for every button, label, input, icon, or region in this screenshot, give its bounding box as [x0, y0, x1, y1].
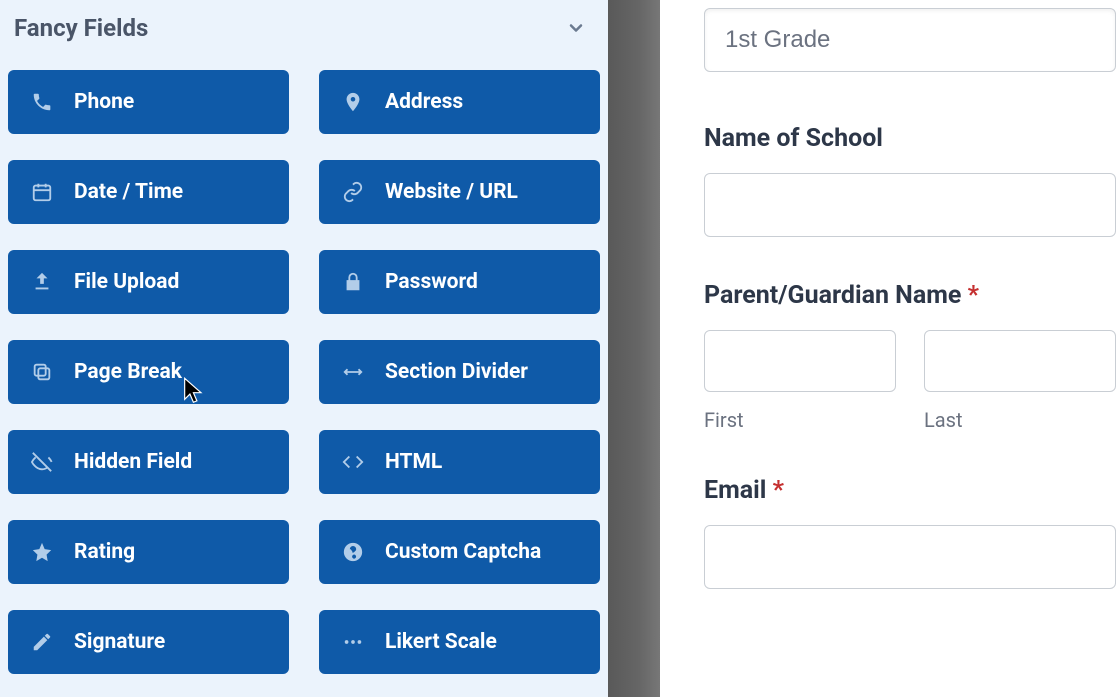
field-signature[interactable]: Signature: [8, 610, 289, 674]
school-field: Name of School: [704, 124, 1116, 237]
field-label: Page Break: [74, 360, 182, 384]
lock-icon: [341, 270, 365, 294]
panel-header[interactable]: Fancy Fields: [8, 0, 600, 52]
field-section-divider[interactable]: Section Divider: [319, 340, 600, 404]
help-icon: [341, 540, 365, 564]
field-likert[interactable]: Likert Scale: [319, 610, 600, 674]
fields-panel: Fancy Fields Phone Address Date / Time: [0, 0, 608, 697]
field-label: Section Divider: [385, 360, 528, 384]
field-label: Address: [385, 90, 463, 114]
field-url[interactable]: Website / URL: [319, 160, 600, 224]
star-icon: [30, 540, 54, 564]
panel-divider: [608, 0, 660, 697]
email-input[interactable]: [704, 525, 1116, 589]
field-label: Custom Captcha: [385, 540, 541, 564]
field-hidden[interactable]: Hidden Field: [8, 430, 289, 494]
field-label: Signature: [74, 630, 165, 654]
email-label: Email *: [704, 476, 1116, 505]
school-label: Name of School: [704, 124, 1116, 153]
field-upload[interactable]: File Upload: [8, 250, 289, 314]
label-text: Parent/Guardian Name: [704, 281, 961, 310]
field-label: Likert Scale: [385, 630, 497, 654]
field-label: File Upload: [74, 270, 179, 294]
last-name-input[interactable]: [924, 330, 1116, 392]
parent-name-label: Parent/Guardian Name *: [704, 281, 1116, 310]
field-captcha[interactable]: Custom Captcha: [319, 520, 600, 584]
first-name-input[interactable]: [704, 330, 896, 392]
field-label: Rating: [74, 540, 135, 564]
first-sublabel: First: [704, 408, 896, 432]
chevron-down-icon: [566, 18, 586, 38]
field-page-break[interactable]: Page Break: [8, 340, 289, 404]
eye-off-icon: [30, 450, 54, 474]
form-preview: Name of School Parent/Guardian Name * Fi…: [660, 0, 1116, 697]
field-label: Website / URL: [385, 180, 518, 204]
pencil-icon: [30, 630, 54, 654]
pin-icon: [341, 90, 365, 114]
field-label: Hidden Field: [74, 450, 192, 474]
link-icon: [341, 180, 365, 204]
school-input[interactable]: [704, 173, 1116, 237]
required-marker: *: [968, 281, 979, 310]
panel-title: Fancy Fields: [14, 14, 148, 42]
required-marker: *: [773, 476, 784, 505]
field-address[interactable]: Address: [319, 70, 600, 134]
field-datetime[interactable]: Date / Time: [8, 160, 289, 224]
field-html[interactable]: HTML: [319, 430, 600, 494]
divider-icon: [341, 360, 365, 384]
field-label: HTML: [385, 450, 442, 474]
upload-icon: [30, 270, 54, 294]
dots-icon: [341, 630, 365, 654]
last-sublabel: Last: [924, 408, 1116, 432]
label-text: Email: [704, 476, 766, 505]
phone-icon: [30, 90, 54, 114]
grade-field: [704, 8, 1116, 72]
parent-name-field: Parent/Guardian Name * First Last: [704, 281, 1116, 432]
field-label: Date / Time: [74, 180, 183, 204]
field-grid: Phone Address Date / Time Website / URL: [8, 52, 600, 674]
field-phone[interactable]: Phone: [8, 70, 289, 134]
email-field: Email *: [704, 476, 1116, 589]
field-label: Password: [385, 270, 478, 294]
field-rating[interactable]: Rating: [8, 520, 289, 584]
copy-icon: [30, 360, 54, 384]
field-label: Phone: [74, 90, 134, 114]
code-icon: [341, 450, 365, 474]
field-password[interactable]: Password: [319, 250, 600, 314]
calendar-icon: [30, 180, 54, 204]
grade-input[interactable]: [704, 8, 1116, 72]
